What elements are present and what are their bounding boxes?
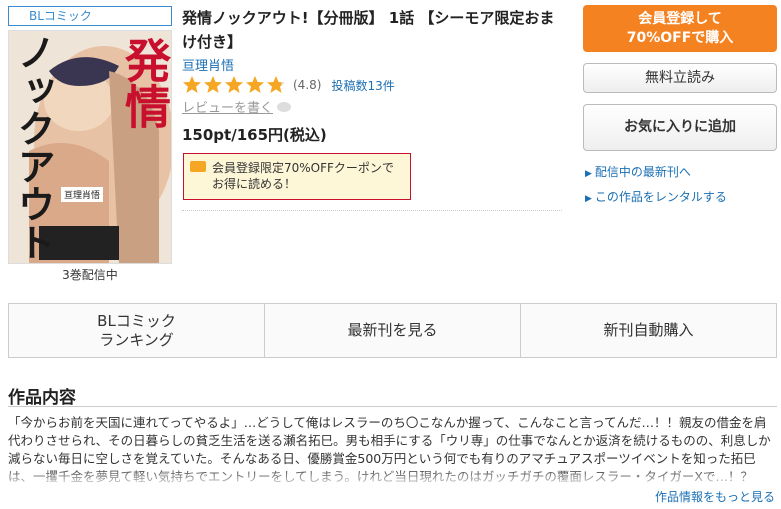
star-icon [225, 76, 243, 93]
rental-label: この作品をレンタルする [594, 190, 727, 204]
divider [182, 210, 562, 211]
synopsis-fade [8, 468, 777, 488]
tab-latest-volume[interactable]: 最新刊を見る [265, 304, 521, 357]
cover-title-text: ノックアウト [11, 33, 56, 261]
more-info-link[interactable]: 作品情報をもっと見る [655, 488, 775, 505]
write-review-label: レビューを書く [182, 101, 274, 116]
speech-bubble-icon [277, 101, 292, 112]
category-tag[interactable]: BLコミック [8, 6, 172, 26]
nav-tabs: BLコミック ランキング 最新刊を見る 新刊自動購入 [8, 303, 777, 358]
tab-label: 新刊自動購入 [603, 321, 694, 339]
tab-bl-ranking[interactable]: BLコミック ランキング [9, 304, 265, 357]
coupon-ticket-icon [190, 161, 206, 172]
price: 150pt/165円(税込) [182, 126, 327, 144]
rating-value: (4.8) [293, 78, 322, 92]
cover-title-accent: 発情 [118, 37, 172, 129]
tab-label: BLコミック ランキング [97, 311, 176, 349]
add-favorite-button[interactable]: お気に入りに追加 [583, 104, 777, 151]
volumes-count: 3巻配信中 [62, 268, 118, 282]
rental-link[interactable]: ▶ この作品をレンタルする [585, 188, 727, 205]
star-rating [182, 75, 287, 95]
star-half-icon [267, 76, 285, 93]
review-count-link[interactable]: 投稿数13件 [331, 77, 394, 94]
register-line2: 70%OFFで購入 [626, 30, 734, 46]
latest-volume-label: 配信中の最新刊へ [594, 165, 691, 179]
triangle-right-icon: ▶ [585, 169, 592, 179]
star-icon [246, 76, 264, 93]
coupon-text: 会員登録限定70%OFFクーポンでお得に読める！ [212, 161, 394, 191]
triangle-right-icon: ▶ [585, 194, 592, 204]
cover-author: 亘理肖悟 [61, 187, 104, 202]
coupon-banner[interactable]: 会員登録限定70%OFFクーポンでお得に読める！ [183, 153, 411, 200]
free-preview-button[interactable]: 無料立読み [583, 63, 777, 93]
product-title: 発情ノックアウト!【分冊版】 1話 【シーモア限定おまけ付き】 [182, 9, 555, 51]
latest-volume-link[interactable]: ▶ 配信中の最新刊へ [585, 163, 691, 180]
star-icon [204, 76, 222, 93]
register-purchase-button[interactable]: 会員登録して 70%OFFで購入 [583, 5, 777, 52]
cover-image[interactable]: ノックアウト 発情 亘理肖悟 [8, 30, 172, 264]
section-divider [8, 406, 777, 407]
write-review-link[interactable]: レビューを書く [182, 97, 292, 116]
tab-auto-purchase[interactable]: 新刊自動購入 [521, 304, 776, 357]
register-line1: 会員登録して [638, 11, 722, 27]
author-link[interactable]: 亘理肖悟 [182, 55, 234, 74]
star-icon [183, 76, 201, 93]
section-title: 作品内容 [8, 388, 76, 408]
rating-row: (4.8) 投稿数13件 [182, 74, 395, 96]
tab-label: 最新刊を見る [347, 321, 438, 339]
